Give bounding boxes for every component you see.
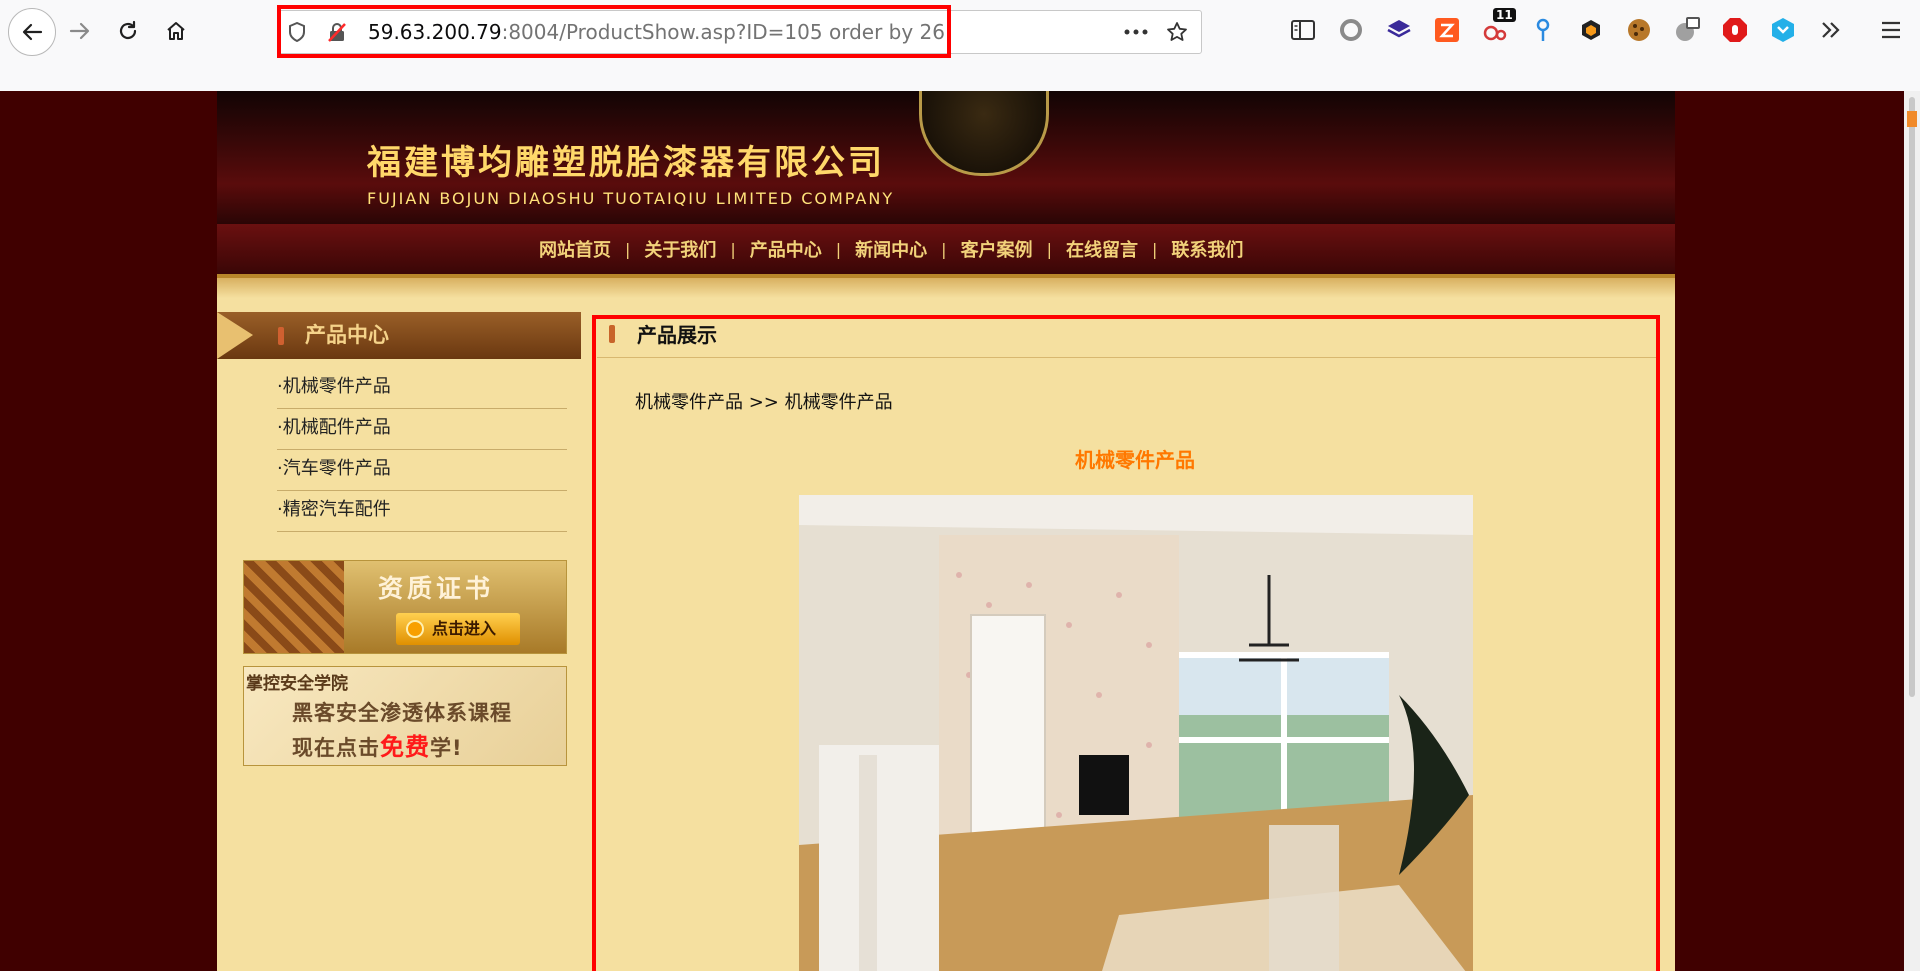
more-icon[interactable] xyxy=(1122,21,1150,43)
content-highlight-box xyxy=(592,315,1660,971)
decorative-band xyxy=(217,278,1675,298)
wood-texture-image xyxy=(244,561,344,653)
ad-line-1: 黑客安全渗透体系课程 xyxy=(292,701,512,725)
site-nav-items: 网站首页 | 关于我们 | 产品中心 | 新闻中心 | 客户案例 | 在线留言 … xyxy=(525,224,1257,274)
forward-button[interactable] xyxy=(60,11,100,51)
scrollbar-thumb[interactable] xyxy=(1909,97,1915,697)
cookie-icon[interactable] xyxy=(1625,16,1653,44)
url-highlight-box xyxy=(277,5,951,58)
sidebar-item-precision-auto[interactable]: ·精密汽车配件 xyxy=(277,491,567,532)
ad-line-2: 现在点击免费学! xyxy=(292,727,463,762)
banner-ornament-logo xyxy=(919,91,1049,176)
ad-free-text: 免费 xyxy=(380,733,430,761)
sidebar-item-mechanical-accessories[interactable]: ·机械配件产品 xyxy=(277,409,567,450)
nav-cases[interactable]: 客户案例 xyxy=(947,236,1047,262)
nav-home[interactable]: 网站首页 xyxy=(525,236,625,262)
home-icon xyxy=(167,22,185,40)
nav-products[interactable]: 产品中心 xyxy=(736,236,836,262)
ad-title: 掌控安全学院 xyxy=(246,674,348,694)
back-icon xyxy=(22,23,43,41)
enter-button-label: 点击进入 xyxy=(432,619,497,638)
ad-line-2-pre: 现在点击 xyxy=(292,736,380,760)
mask-icon[interactable] xyxy=(1673,16,1701,44)
certificate-title: 资质证书 xyxy=(378,574,495,603)
sidebar-title: 产品中心 xyxy=(305,323,389,347)
stack-icon[interactable] xyxy=(1385,16,1413,44)
ad-line-2-post: 学! xyxy=(430,736,463,760)
sidebar-category-list: ·机械零件产品 ·机械配件产品 ·汽车零件产品 ·精密汽车配件 xyxy=(277,368,567,532)
sidebar-item-mechanical-parts[interactable]: ·机械零件产品 xyxy=(277,368,567,409)
browser-toolbar: 59.63.200.79:8004/ProductShow.asp?ID=105… xyxy=(0,0,1920,91)
scroll-marker xyxy=(1907,111,1917,127)
site-banner: 福建博均雕塑脱胎漆器有限公司 FUJIAN BOJUN DIAOSHU TUOT… xyxy=(217,91,1675,224)
sidebar-header: 产品中心 xyxy=(217,312,581,359)
site-container: 福建博均雕塑脱胎漆器有限公司 FUJIAN BOJUN DIAOSHU TUOT… xyxy=(217,91,1675,971)
academy-ad-banner[interactable]: 掌控安全学院 黑客安全渗透体系课程 现在点击免费学! xyxy=(243,666,567,766)
arrow-icon xyxy=(217,312,253,359)
badge-icon[interactable]: 11 xyxy=(1481,8,1516,44)
home-button[interactable] xyxy=(156,11,196,51)
circle-icon[interactable] xyxy=(1337,16,1365,44)
stop-icon[interactable] xyxy=(1721,16,1749,44)
cube-icon[interactable] xyxy=(1577,16,1605,44)
nav-contact[interactable]: 联系我们 xyxy=(1157,236,1257,262)
sidebar-item-auto-parts[interactable]: ·汽车零件产品 xyxy=(277,450,567,491)
enter-button[interactable]: 点击进入 xyxy=(396,613,520,645)
company-name-cn: 福建博均雕塑脱胎漆器有限公司 xyxy=(367,143,885,183)
bookmark-star-icon[interactable] xyxy=(1166,21,1188,43)
nav-news[interactable]: 新闻中心 xyxy=(841,236,941,262)
page-viewport: 福建博均雕塑脱胎漆器有限公司 FUJIAN BOJUN DIAOSHU TUOT… xyxy=(0,91,1904,971)
menu-icon[interactable] xyxy=(1877,16,1905,44)
extension-badge-count: 11 xyxy=(1493,8,1516,22)
sidebar-icon[interactable] xyxy=(1289,16,1317,44)
zotero-icon[interactable] xyxy=(1433,16,1461,44)
nav-message[interactable]: 在线留言 xyxy=(1052,236,1152,262)
wappalyzer-icon[interactable] xyxy=(1769,16,1797,44)
nav-about[interactable]: 关于我们 xyxy=(630,236,730,262)
forward-icon xyxy=(69,22,90,40)
arrow-circle-icon xyxy=(406,620,424,638)
company-name-en: FUJIAN BOJUN DIAOSHU TUOTAIQIU LIMITED C… xyxy=(367,189,895,208)
reload-icon xyxy=(119,20,137,40)
back-button[interactable] xyxy=(8,8,56,56)
reload-button[interactable] xyxy=(108,11,148,51)
site-nav: 网站首页 | 关于我们 | 产品中心 | 新闻中心 | 客户案例 | 在线留言 … xyxy=(217,224,1675,278)
bar-icon xyxy=(278,327,284,345)
pin-icon[interactable] xyxy=(1529,16,1557,44)
vertical-scrollbar[interactable] xyxy=(1904,91,1920,971)
overflow-icon[interactable] xyxy=(1817,16,1845,44)
certificate-banner[interactable]: 资质证书 点击进入 xyxy=(243,560,567,654)
